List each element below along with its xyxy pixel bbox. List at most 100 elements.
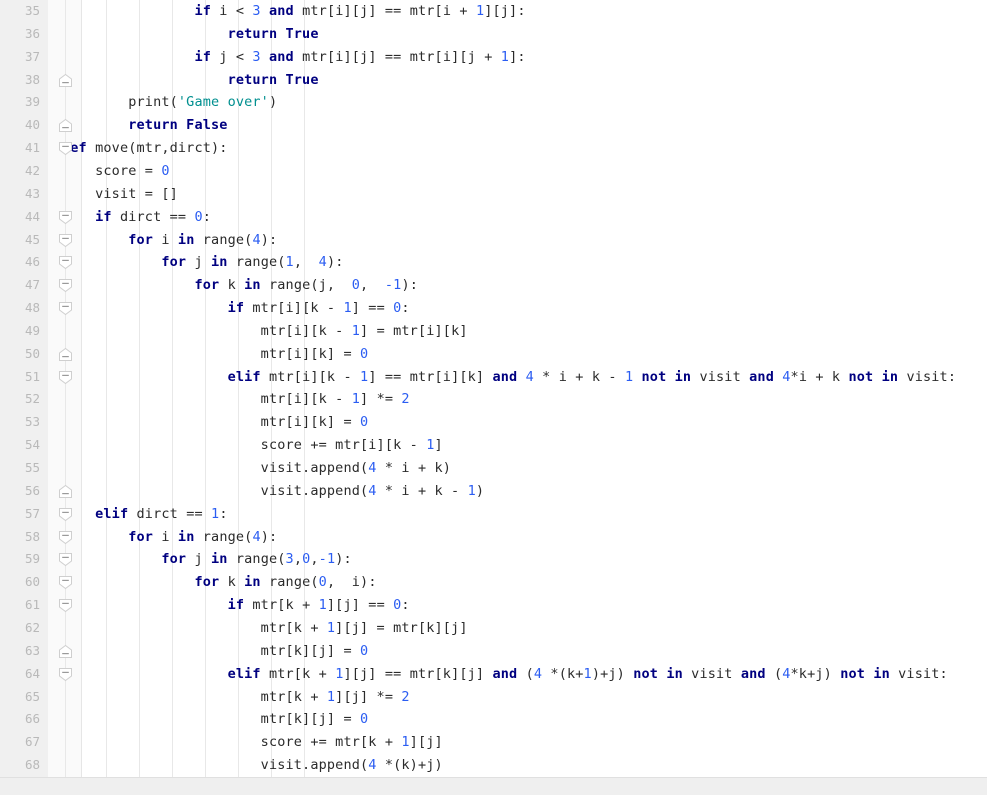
code-line[interactable]: 49 mtr[i][k - 1] = mtr[i][k] [0,320,987,343]
fold-toggle-icon[interactable] [57,506,74,523]
code-line[interactable]: 57 elif dirct == 1: [0,503,987,526]
code-line-text[interactable]: mtr[i][k - 1] *= 2 [62,388,410,411]
token-num: 3 [252,48,261,65]
fold-toggle-icon[interactable] [57,369,74,386]
token-kw: for [161,551,187,568]
code-line[interactable]: 56 visit.append(4 * i + k - 1) [0,480,987,503]
fold-toggle-icon[interactable] [57,254,74,271]
fold-toggle-icon[interactable] [57,232,74,249]
code-line[interactable]: 64 elif mtr[k + 1][j] == mtr[k][j] and (… [0,663,987,686]
fold-toggle-icon[interactable] [57,666,74,683]
code-line[interactable]: 50 mtr[i][k] = 0 [0,343,987,366]
fold-toggle-icon[interactable] [57,643,74,660]
fold-toggle-icon[interactable] [57,277,74,294]
code-line-text[interactable]: for k in range(0, i): [62,571,377,594]
code-line-text[interactable]: for j in range(1, 4): [62,251,344,274]
token-kw: not in [641,368,692,385]
code-line-text[interactable]: for j in range(3,0,-1): [62,548,352,571]
fold-toggle-icon[interactable] [57,117,74,134]
code-line-text[interactable]: elif mtr[k + 1][j] == mtr[k][j] and (4 *… [62,663,948,686]
fold-toggle-icon[interactable] [57,300,74,317]
code-line[interactable]: 63 mtr[k][j] = 0 [0,640,987,663]
code-line[interactable]: 53 mtr[i][k] = 0 [0,411,987,434]
code-line[interactable]: 41 def move(mtr,dirct): [0,137,987,160]
code-line[interactable]: 39 print('Game over') [0,91,987,114]
code-editor-area[interactable]: 35 if i < 3 and mtr[i][j] == mtr[i + 1][… [0,0,987,777]
fold-toggle-icon[interactable] [57,346,74,363]
code-line-text[interactable]: mtr[k + 1][j] = mtr[k][j] [62,617,468,640]
code-line-text[interactable]: score = 0 [62,160,170,183]
code-line-text[interactable]: score += mtr[i][k - 1] [62,434,443,457]
code-line-text[interactable]: elif dirct == 1: [62,503,228,526]
fold-toggle-icon[interactable] [57,140,74,157]
code-line[interactable]: 40 return False [0,114,987,137]
fold-toggle-icon[interactable] [57,529,74,546]
code-line-text[interactable]: mtr[k + 1][j] *= 2 [62,686,410,709]
token-id: mtr[k + [62,688,327,705]
code-line[interactable]: 48 if mtr[i][k - 1] == 0: [0,297,987,320]
code-line[interactable]: 61 if mtr[k + 1][j] == 0: [0,594,987,617]
code-line[interactable]: 38 return True [0,69,987,92]
code-line-text[interactable]: mtr[k][j] = 0 [62,640,368,663]
code-line-text[interactable]: visit = [] [62,183,178,206]
fold-toggle-icon[interactable] [57,72,74,89]
code-line-text[interactable]: for i in range(4): [62,526,277,549]
code-line[interactable]: 68 visit.append(4 *(k)+j) [0,754,987,777]
token-id: mtr[k + [260,665,336,682]
code-line-text[interactable]: mtr[i][k] = 0 [62,411,368,434]
code-line-text[interactable]: if dirct == 0: [62,206,211,229]
code-line-text[interactable]: if i < 3 and mtr[i][j] == mtr[i + 1][j]: [62,0,526,23]
code-line-text[interactable]: elif mtr[i][k - 1] == mtr[i][k] and 4 * … [62,366,956,389]
code-line[interactable]: 47 for k in range(j, 0, -1): [0,274,987,297]
token-id: score = [62,162,162,179]
code-line-text[interactable]: mtr[i][k] = 0 [62,343,368,366]
code-line-text[interactable]: mtr[k][j] = 0 [62,708,368,731]
code-line[interactable]: 62 mtr[k + 1][j] = mtr[k][j] [0,617,987,640]
code-line-text[interactable]: for i in range(4): [62,229,277,252]
code-line[interactable]: 52 mtr[i][k - 1] *= 2 [0,388,987,411]
code-line-text[interactable]: visit.append(4 * i + k - 1) [62,480,484,503]
code-line-text[interactable]: for k in range(j, 0, -1): [62,274,418,297]
token-id: *i + k [790,368,849,385]
code-line-text[interactable]: visit.append(4 * i + k) [62,457,451,480]
token-num: -1 [384,277,402,294]
code-line[interactable]: 42 score = 0 [0,160,987,183]
fold-toggle-icon[interactable] [57,483,74,500]
code-line[interactable]: 54 score += mtr[i][k - 1] [0,434,987,457]
code-line[interactable]: 67 score += mtr[k + 1][j] [0,731,987,754]
code-line[interactable]: 46 for j in range(1, 4): [0,251,987,274]
line-number: 41 [24,140,40,156]
code-line-text[interactable]: print('Game over') [62,91,277,114]
code-line[interactable]: 45 for i in range(4): [0,229,987,252]
code-line-text[interactable]: if mtr[k + 1][j] == 0: [62,594,410,617]
code-line-text[interactable]: visit.append(4 *(k)+j) [62,754,443,777]
code-line[interactable]: 55 visit.append(4 * i + k) [0,457,987,480]
fold-toggle-icon[interactable] [57,574,74,591]
token-id: mtr[k + [244,597,319,614]
code-line[interactable]: 58 for i in range(4): [0,526,987,549]
code-line[interactable]: 36 return True [0,23,987,46]
code-line[interactable]: 43 visit = [] [0,183,987,206]
code-line[interactable]: 59 for j in range(3,0,-1): [0,548,987,571]
fold-toggle-icon[interactable] [57,209,74,226]
fold-toggle-icon[interactable] [57,551,74,568]
code-line[interactable]: 65 mtr[k + 1][j] *= 2 [0,686,987,709]
code-line[interactable]: 66 mtr[k][j] = 0 [0,708,987,731]
token-id: ][j] = mtr[k][j] [335,619,468,636]
code-line-text[interactable]: return False [62,114,228,137]
code-line[interactable]: 37 if j < 3 and mtr[i][j] == mtr[i][j + … [0,46,987,69]
code-line-text[interactable]: return True [62,23,319,46]
code-line[interactable]: 35 if i < 3 and mtr[i][j] == mtr[i + 1][… [0,0,987,23]
code-line[interactable]: 51 elif mtr[i][k - 1] == mtr[i][k] and 4… [0,366,987,389]
code-line-text[interactable]: if j < 3 and mtr[i][j] == mtr[i][j + 1]: [62,46,526,69]
code-line[interactable]: 44 if dirct == 0: [0,206,987,229]
token-kw: in [244,574,261,591]
fold-toggle-icon[interactable] [57,597,74,614]
code-line-text[interactable]: if mtr[i][k - 1] == 0: [62,297,410,320]
code-line[interactable]: 60 for k in range(0, i): [0,571,987,594]
code-line-text[interactable]: score += mtr[k + 1][j] [62,731,443,754]
code-line-text[interactable]: return True [62,69,319,92]
code-line-text[interactable]: def move(mtr,dirct): [62,137,228,160]
token-num: 1 [318,597,327,614]
code-line-text[interactable]: mtr[i][k - 1] = mtr[i][k] [62,320,468,343]
